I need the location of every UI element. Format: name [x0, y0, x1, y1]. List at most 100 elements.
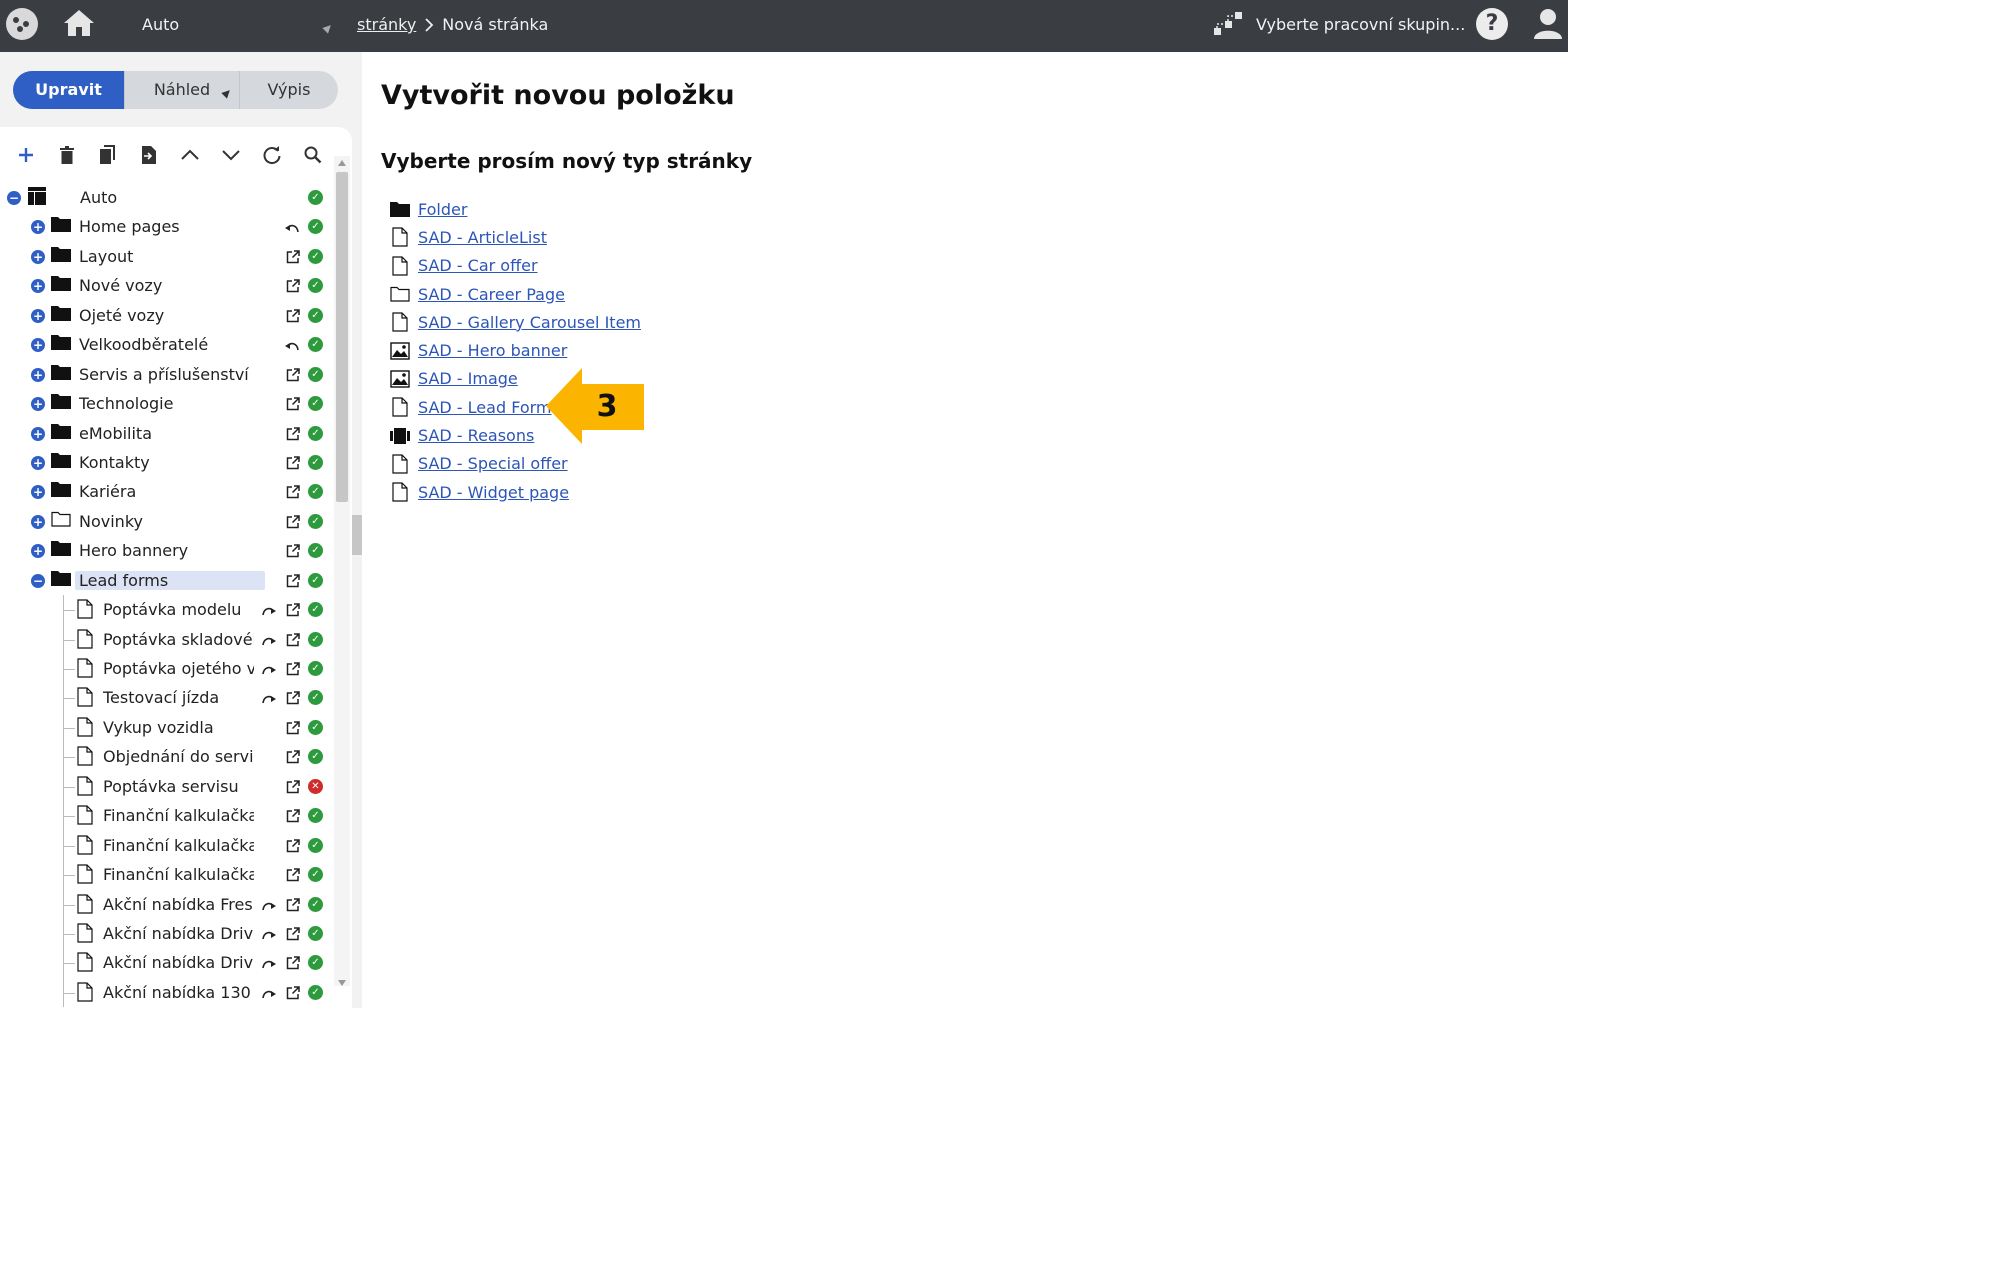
open-external-icon[interactable]	[286, 426, 300, 440]
expand-icon[interactable]: +	[31, 338, 45, 353]
tree-item-label[interactable]: Akční nabídka Drive	[103, 953, 254, 972]
page-type-item[interactable]: SAD - Hero banner	[390, 336, 641, 364]
move-icon[interactable]	[135, 141, 163, 169]
site-selector[interactable]: Auto	[142, 15, 179, 34]
tree-item-child[interactable]: Poptávka ojetého vo: ✓	[0, 654, 334, 684]
page-type-item[interactable]: SAD - Career Page	[390, 280, 641, 308]
page-type-item[interactable]: SAD - Special offer	[390, 450, 641, 478]
tree-item-label[interactable]: Novinky	[79, 512, 269, 531]
tree-item-label[interactable]: Lead forms	[75, 570, 265, 590]
page-type-item[interactable]: SAD - Gallery Carousel Item	[390, 308, 641, 336]
tree-item-label[interactable]: Poptávka ojetého vo:	[103, 659, 254, 678]
down-icon[interactable]	[217, 141, 245, 169]
collapse-icon[interactable]: −	[31, 573, 45, 588]
tree-item-label[interactable]: Auto	[80, 188, 280, 207]
page-type-item[interactable]: Folder	[390, 195, 641, 223]
open-external-icon[interactable]	[286, 690, 300, 705]
tree-item[interactable]: + eMobilita ✓	[0, 419, 334, 448]
tree-item-label[interactable]: Ojeté vozy	[79, 306, 269, 325]
tree-item-root[interactable]: − Auto ✓	[0, 183, 334, 212]
open-external-icon[interactable]	[286, 543, 300, 558]
tree-item-child[interactable]: Akční nabídka 130 le ✓	[0, 977, 334, 1008]
tree-item-label[interactable]: Testovací jízda	[103, 688, 254, 707]
tree-item-child[interactable]: Finanční kalkulačka ojetý ✓	[0, 860, 334, 890]
open-external-icon[interactable]	[286, 455, 300, 470]
page-type-link[interactable]: SAD - Image	[418, 369, 518, 388]
search-icon[interactable]	[299, 141, 327, 169]
page-type-link[interactable]: SAD - Gallery Carousel Item	[418, 313, 641, 332]
tree-item-label[interactable]: Kontakty	[79, 453, 269, 472]
site-dropdown-caret-icon[interactable]	[322, 22, 334, 34]
delete-icon[interactable]	[53, 141, 81, 169]
open-external-icon[interactable]	[286, 602, 300, 617]
page-type-link[interactable]: SAD - ArticleList	[418, 228, 547, 247]
redo-icon[interactable]	[262, 662, 276, 675]
undo-icon[interactable]	[285, 338, 299, 351]
open-external-icon[interactable]	[286, 249, 300, 264]
tab-list[interactable]: Výpis	[240, 71, 338, 109]
page-type-link[interactable]: SAD - Car offer	[418, 256, 538, 275]
tree-item-child[interactable]: Objednání do servisu ✓	[0, 742, 334, 772]
redo-icon[interactable]	[262, 898, 276, 910]
tree-item-label[interactable]: Akční nabídka 130 le	[103, 983, 254, 1002]
open-external-icon[interactable]	[286, 808, 300, 823]
tree-scrollbar[interactable]	[334, 156, 350, 986]
tree-item-child[interactable]: Finanční kalkulačka moc ✓	[0, 801, 334, 831]
undo-icon[interactable]	[285, 220, 299, 233]
tree-item-child[interactable]: Poptávka skladového ✓	[0, 624, 334, 654]
tree-item-label[interactable]: Servis a příslušenství	[79, 365, 269, 384]
tree-item-label[interactable]: Home pages	[79, 217, 269, 236]
add-icon[interactable]	[12, 141, 40, 169]
expand-icon[interactable]: +	[31, 514, 45, 529]
tree-item-label[interactable]: Poptávka skladového	[103, 630, 254, 649]
tree-item-label[interactable]: Finanční kalkulačka ojetý	[103, 865, 254, 884]
redo-icon[interactable]	[262, 927, 276, 940]
open-external-icon[interactable]	[286, 661, 300, 676]
tab-preview[interactable]: Náhled	[124, 71, 240, 109]
open-external-icon[interactable]	[286, 514, 300, 529]
page-type-item[interactable]: SAD - Widget page	[390, 478, 641, 506]
workgroup-icon[interactable]	[1212, 10, 1244, 38]
tree-item[interactable]: + Velkoodběratelé ✓	[0, 330, 334, 359]
expand-icon[interactable]: +	[31, 455, 45, 470]
tree-item[interactable]: + Servis a příslušenství ✓	[0, 360, 334, 389]
tree-item-label[interactable]: Objednání do servisu	[103, 747, 254, 766]
workgroup-selector[interactable]: Vyberte pracovní skupin...	[1256, 15, 1465, 34]
page-type-link[interactable]: SAD - Special offer	[418, 454, 568, 473]
tree-item-child[interactable]: Poptávka servisu ✕	[0, 771, 334, 802]
collapse-icon[interactable]: −	[7, 191, 21, 205]
breadcrumb-link[interactable]: stránky	[357, 15, 416, 34]
page-type-link[interactable]: SAD - Widget page	[418, 483, 569, 502]
open-external-icon[interactable]	[286, 985, 300, 1000]
home-icon[interactable]	[62, 8, 96, 38]
tree-item-label[interactable]: Finanční kalkulačka moc	[103, 806, 254, 825]
tree-item-label[interactable]: Poptávka servisu	[103, 777, 254, 796]
tree-item-label[interactable]: Layout	[79, 247, 269, 266]
tree-item[interactable]: + Kontakty ✓	[0, 448, 334, 477]
panel-collapse-handle[interactable]	[352, 515, 362, 555]
open-external-icon[interactable]	[286, 720, 300, 735]
open-external-icon[interactable]	[286, 926, 300, 941]
tree-item-label[interactable]: Nové vozy	[79, 276, 269, 295]
help-icon[interactable]: ?	[1476, 8, 1508, 40]
tree-item-label[interactable]: Velkoodběratelé	[79, 335, 269, 354]
tree-item-label[interactable]: Akční nabídka Drive	[103, 924, 254, 943]
tree-item[interactable]: + Hero bannery ✓	[0, 536, 334, 565]
app-logo-icon[interactable]	[6, 8, 38, 40]
expand-icon[interactable]: +	[31, 485, 45, 500]
tree-item-child[interactable]: Akční nabídka Drive ✓	[0, 948, 334, 978]
user-icon[interactable]	[1533, 6, 1563, 40]
tree-item[interactable]: + Ojeté vozy ✓	[0, 301, 334, 330]
redo-icon[interactable]	[262, 633, 276, 645]
up-icon[interactable]	[176, 141, 204, 169]
tree-item-child[interactable]: Finanční kalkulačka sklad ✓	[0, 830, 334, 861]
open-external-icon[interactable]	[286, 308, 300, 322]
scroll-down-icon[interactable]	[338, 980, 346, 986]
tree-item[interactable]: + Novinky ✓	[0, 507, 334, 536]
expand-icon[interactable]: +	[31, 279, 45, 294]
scroll-thumb[interactable]	[336, 172, 348, 502]
open-external-icon[interactable]	[286, 278, 300, 293]
tree-item[interactable]: + Nové vozy ✓	[0, 271, 334, 300]
open-external-icon[interactable]	[286, 573, 300, 587]
open-external-icon[interactable]	[286, 955, 300, 970]
